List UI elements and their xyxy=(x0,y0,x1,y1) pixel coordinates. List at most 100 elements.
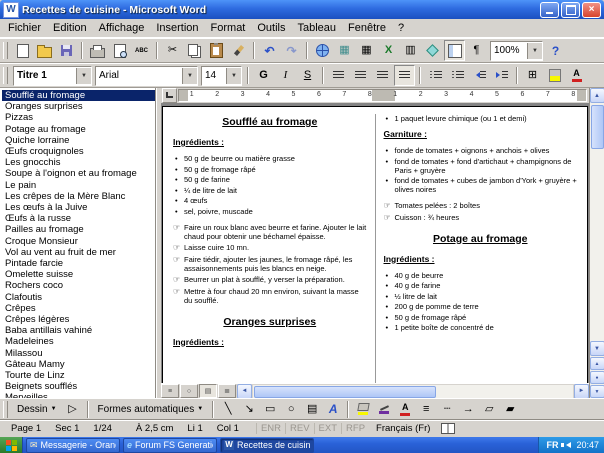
maximize-button[interactable] xyxy=(561,1,580,18)
autoshapes-menu-button[interactable]: Formes automatiques ▼ xyxy=(93,402,209,417)
scroll-down-button[interactable]: ▼ xyxy=(589,341,604,356)
menu-item[interactable]: Outils xyxy=(251,21,291,35)
show-marks-button[interactable]: ¶ xyxy=(466,40,487,61)
zoom-combobox[interactable]: 100% ▼ xyxy=(490,40,543,61)
new-document-button[interactable] xyxy=(12,40,33,61)
document-map-item[interactable]: Gâteau Mamy xyxy=(2,359,155,370)
document-map-item[interactable]: Clafoutis xyxy=(2,292,155,303)
minimize-button[interactable] xyxy=(540,1,559,18)
scroll-up-button[interactable]: ▲ xyxy=(589,88,604,103)
drawing-button[interactable] xyxy=(422,40,443,61)
arrow-style-button[interactable]: → xyxy=(458,400,478,419)
tab-type-selector[interactable] xyxy=(162,88,177,103)
document-map-item[interactable]: Pintade farcie xyxy=(2,258,155,269)
document-map-item[interactable]: Les œufs à la Juive xyxy=(2,202,155,213)
dash-style-button[interactable]: ┄ xyxy=(437,400,457,419)
menu-item[interactable]: Insertion xyxy=(150,21,204,35)
menu-item[interactable]: Affichage xyxy=(93,21,151,35)
document-map-item[interactable]: Crêpes légères xyxy=(2,314,155,325)
dropdown-arrow-icon[interactable]: ▼ xyxy=(76,67,91,84)
document-map-item[interactable]: Le pain xyxy=(2,180,155,191)
document-map-item[interactable]: Vol au vent au fruit de mer xyxy=(2,247,155,258)
outline-view-button[interactable]: ≣ xyxy=(218,384,236,398)
highlight-button[interactable] xyxy=(544,65,565,86)
redo-button[interactable]: ↷ xyxy=(281,40,302,61)
menu-item[interactable]: Tableau xyxy=(292,21,343,35)
numbered-list-button[interactable] xyxy=(425,65,446,86)
taskbar-button-forum[interactable]: e Forum FS Generatio... xyxy=(123,437,217,453)
scroll-left-button[interactable]: ◄ xyxy=(237,383,252,399)
start-button[interactable] xyxy=(0,437,23,453)
menu-item[interactable]: Fichier xyxy=(2,21,47,35)
horizontal-scroll-track[interactable] xyxy=(253,384,573,398)
web-layout-view-button[interactable]: ○ xyxy=(180,384,198,398)
vertical-scrollbar[interactable]: ▲ ▼ ▲ ● ▼ xyxy=(589,88,604,398)
justify-button[interactable] xyxy=(394,65,415,86)
taskbar-button-word[interactable]: W Recettes de cuisine ... xyxy=(220,437,314,453)
align-left-button[interactable] xyxy=(328,65,349,86)
font-color-button-draw[interactable]: A xyxy=(395,400,415,419)
document-map-item[interactable]: Oranges surprises xyxy=(2,101,155,112)
menu-item[interactable]: ? xyxy=(392,21,410,35)
line-style-button[interactable]: ≡ xyxy=(416,400,436,419)
menu-item[interactable]: Edition xyxy=(47,21,93,35)
font-color-button[interactable]: A xyxy=(566,65,587,86)
title-bar[interactable]: W Recettes de cuisine - Microsoft Word × xyxy=(0,0,604,19)
document-map-item[interactable]: Beignets soufflés xyxy=(2,381,155,392)
document-map-item[interactable]: Œufs croquignoles xyxy=(2,146,155,157)
tables-borders-button[interactable]: ▦ xyxy=(334,40,355,61)
help-button[interactable]: ? xyxy=(545,40,566,61)
bold-button[interactable]: G xyxy=(253,65,274,86)
menu-item[interactable]: Format xyxy=(205,21,252,35)
columns-button[interactable]: ▥ xyxy=(400,40,421,61)
threed-button[interactable]: ▰ xyxy=(500,400,520,419)
bullet-list-button[interactable] xyxy=(447,65,468,86)
underline-button[interactable]: S xyxy=(297,65,318,86)
document-map-item[interactable]: Pizzas xyxy=(2,112,155,123)
document-map-item[interactable]: Rochers coco xyxy=(2,280,155,291)
taskbar-button-messagerie[interactable]: ✉ Messagerie - Orang... xyxy=(26,437,120,453)
font-size-combobox[interactable]: 14 ▼ xyxy=(201,65,242,86)
toolbar-grip[interactable] xyxy=(3,42,8,59)
align-right-button[interactable] xyxy=(372,65,393,86)
wordart-button[interactable]: A xyxy=(323,400,343,419)
document-map-item[interactable]: Soupe à l'oignon et au fromage xyxy=(2,168,155,179)
insert-hyperlink-button[interactable] xyxy=(312,40,333,61)
normal-view-button[interactable]: ≡ xyxy=(161,384,179,398)
print-button[interactable] xyxy=(87,40,108,61)
rectangle-button[interactable]: ▭ xyxy=(260,400,280,419)
next-page-button[interactable]: ▼ xyxy=(589,385,604,398)
dropdown-arrow-icon[interactable]: ▼ xyxy=(182,67,197,84)
volume-icon[interactable] xyxy=(561,442,572,448)
scroll-right-button[interactable]: ► xyxy=(574,383,589,399)
draw-menu-button[interactable]: Dessin ▼ xyxy=(12,402,62,417)
document-map-item[interactable]: Baba antillais vahiné xyxy=(2,325,155,336)
fill-color-button[interactable] xyxy=(353,400,373,419)
insert-excel-button[interactable]: X xyxy=(378,40,399,61)
insert-table-button[interactable]: ▦ xyxy=(356,40,377,61)
document-map-item[interactable]: Quiche lorraine xyxy=(2,135,155,146)
document-map-button[interactable] xyxy=(444,40,465,61)
vertical-scroll-thumb[interactable] xyxy=(590,105,604,149)
clock[interactable]: 20:47 xyxy=(576,440,599,450)
document-map-item[interactable]: Pailles au fromage xyxy=(2,224,155,235)
document-map-item[interactable]: Soufflé au fromage xyxy=(2,90,155,102)
print-preview-button[interactable] xyxy=(109,40,130,61)
document-map-item[interactable]: Potage au fromage xyxy=(2,124,155,135)
italic-button[interactable]: I xyxy=(275,65,296,86)
document-map-item[interactable]: Omelette suisse xyxy=(2,269,155,280)
style-combobox[interactable]: Titre 1 ▼ xyxy=(13,65,92,86)
shadow-button[interactable]: ▱ xyxy=(479,400,499,419)
align-center-button[interactable] xyxy=(350,65,371,86)
borders-button[interactable]: ⊞ xyxy=(522,65,543,86)
open-button[interactable] xyxy=(34,40,55,61)
text-box-button[interactable]: ▤ xyxy=(302,400,322,419)
horizontal-ruler[interactable]: 1 2 3 4 5 6 7 8 1 2 3 4 5 6 7 8 xyxy=(178,89,587,102)
document-map-item[interactable]: Crêpes xyxy=(2,303,155,314)
language-indicator[interactable]: FR xyxy=(546,440,558,450)
decrease-indent-button[interactable] xyxy=(469,65,490,86)
copy-button[interactable] xyxy=(184,40,205,61)
document-map-item[interactable]: Les crêpes de la Mère Blanc xyxy=(2,191,155,202)
oval-button[interactable]: ○ xyxy=(281,400,301,419)
document-map-item[interactable]: Madeleines xyxy=(2,336,155,347)
